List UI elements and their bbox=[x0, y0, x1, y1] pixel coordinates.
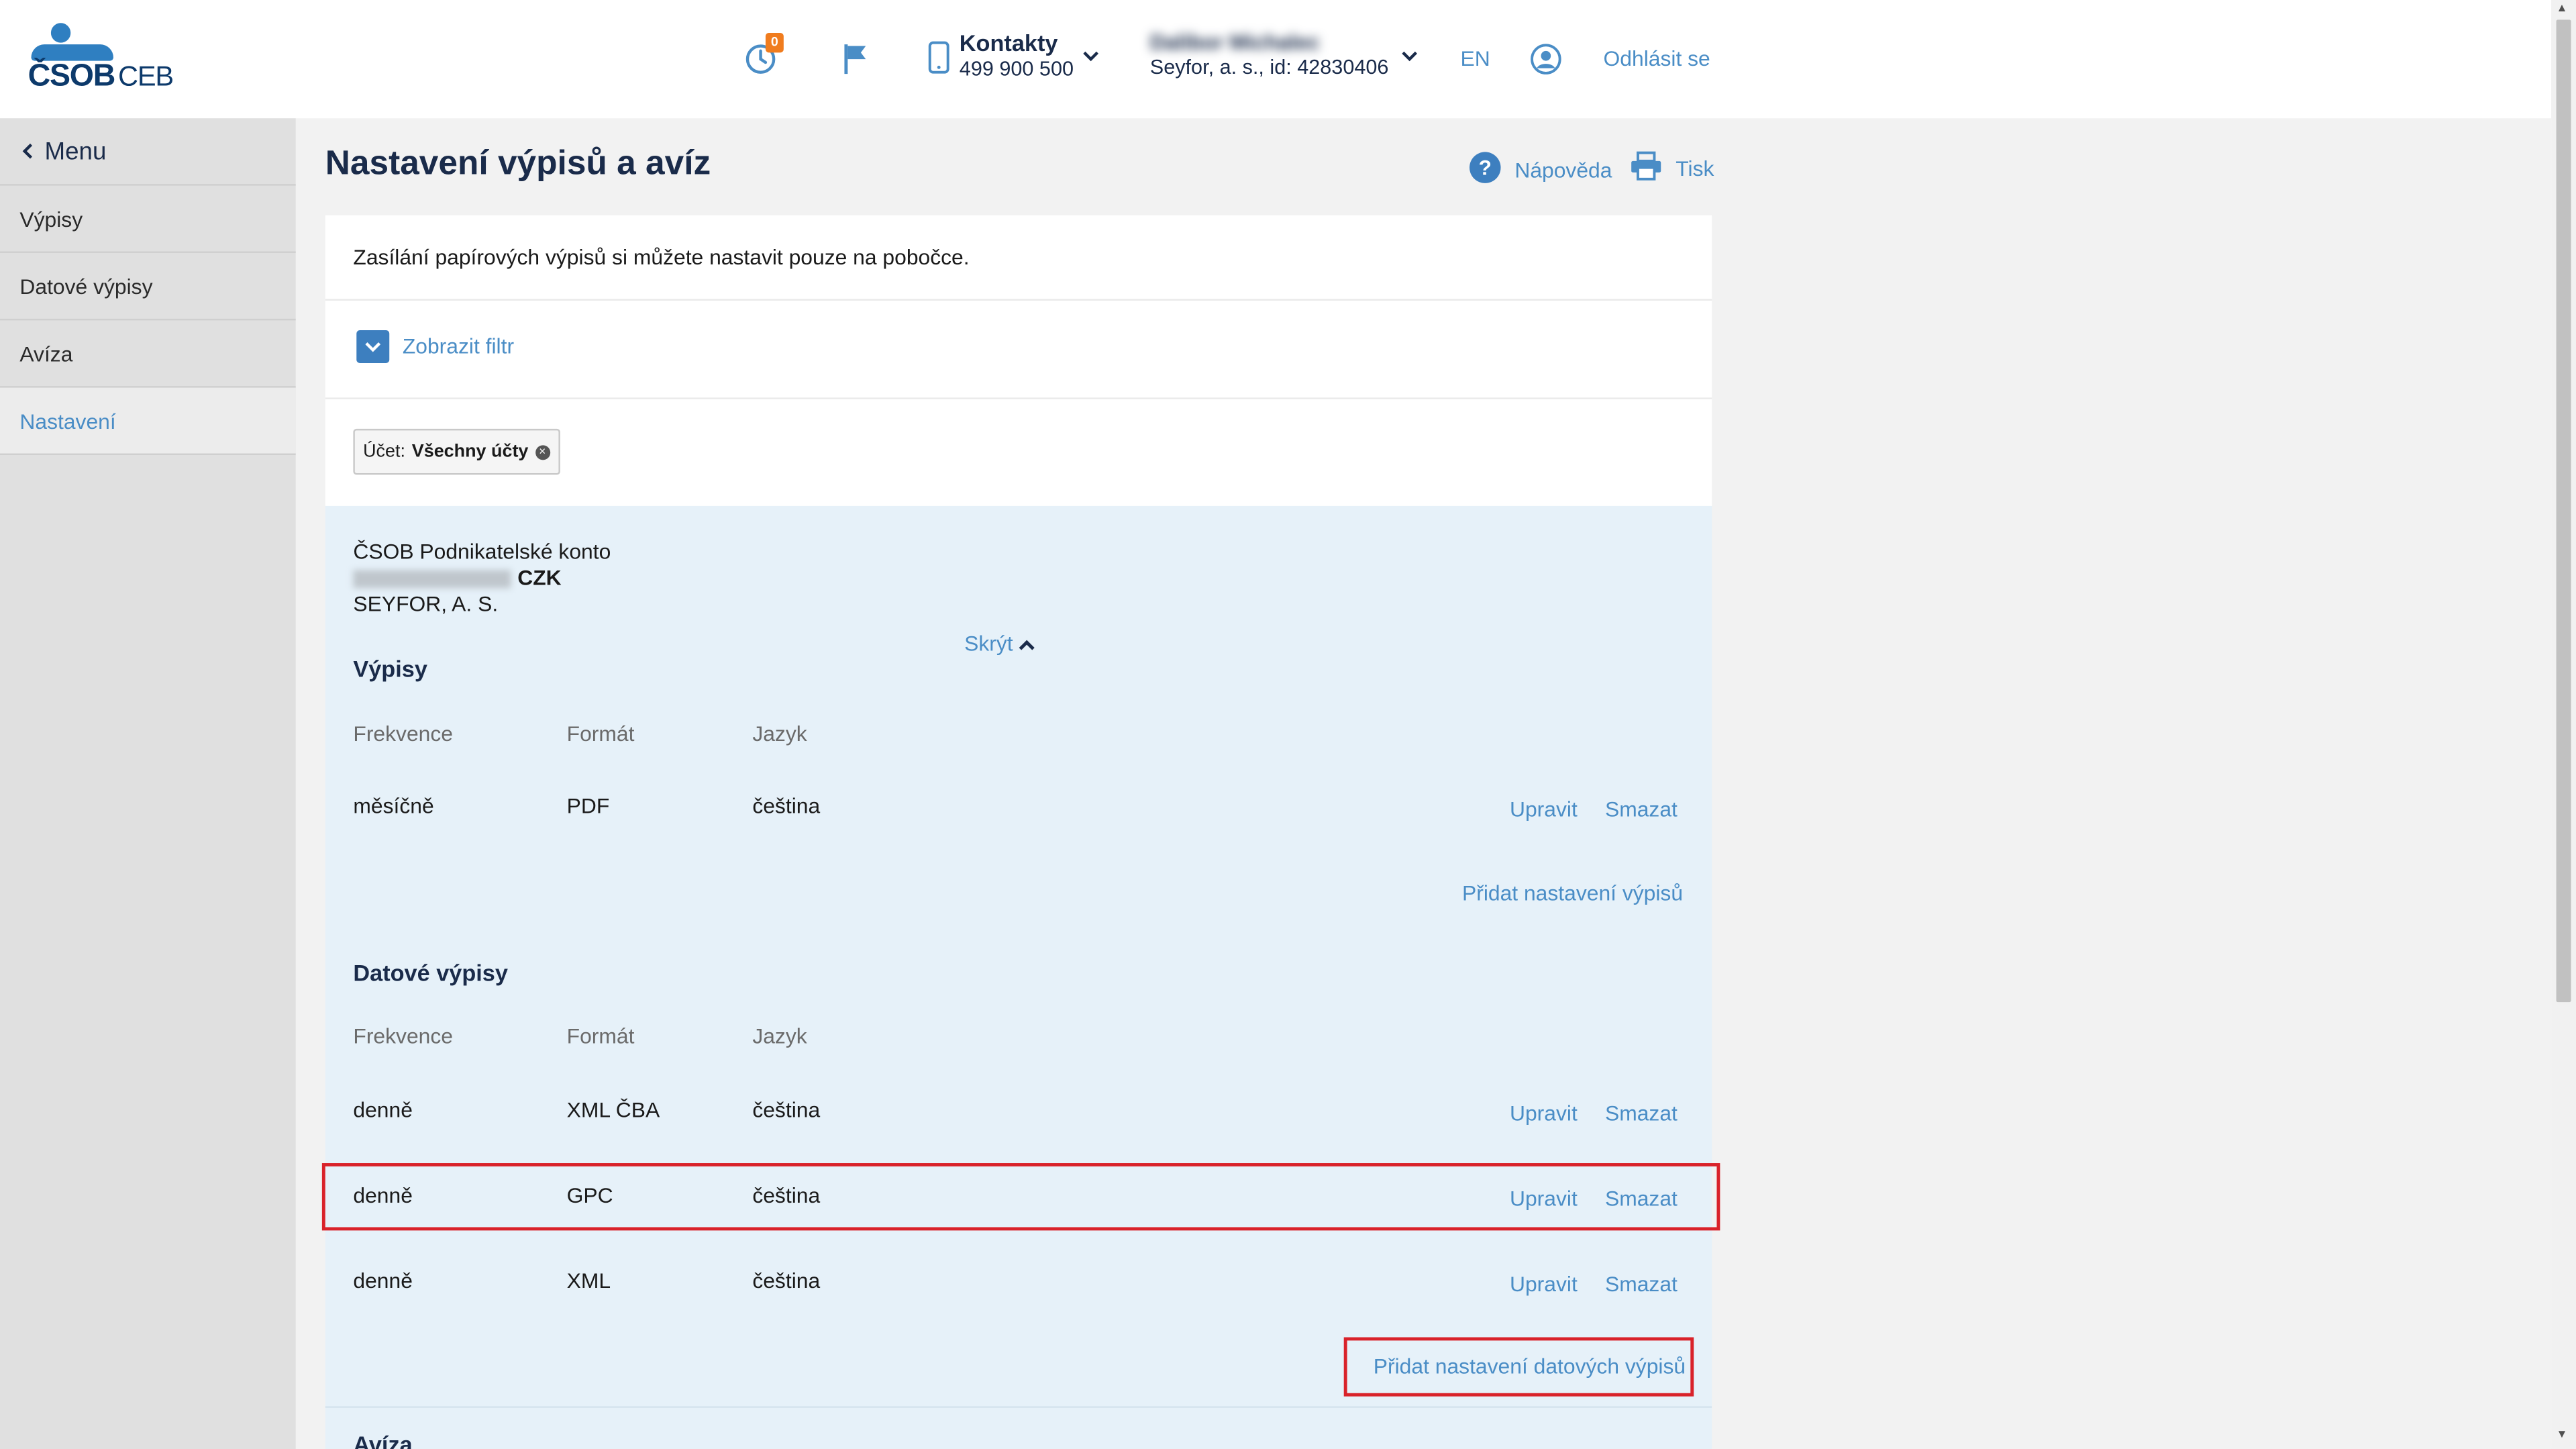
scroll-up-arrow-icon[interactable]: ▲ bbox=[2557, 3, 2568, 15]
chip-label: Účet: bbox=[363, 442, 405, 462]
delete-button[interactable]: Smazat bbox=[1605, 1186, 1678, 1211]
logo-text: ČSOB CEB bbox=[28, 59, 174, 94]
hide-label: Skrýt bbox=[964, 630, 1013, 656]
account-holder: SEYFOR, A. S. bbox=[353, 591, 499, 616]
contacts-label: Kontakty bbox=[959, 30, 1058, 56]
scroll-thumb[interactable] bbox=[2556, 19, 2571, 1003]
sidebar-item-datove-vypisy[interactable]: Datové výpisy bbox=[0, 253, 296, 321]
sidebar-item-nastaveni[interactable]: Nastavení bbox=[0, 387, 296, 456]
row-format: PDF bbox=[566, 793, 610, 819]
chevron-up-icon bbox=[1019, 631, 1035, 656]
sidebar-item-vypisy[interactable]: Výpisy bbox=[0, 186, 296, 253]
data-statements-col-language: Jazyk bbox=[752, 1023, 807, 1048]
row-format: XML ČBA bbox=[566, 1097, 660, 1122]
paper-statements-notice: Zasílání papírových výpisů si můžete nas… bbox=[325, 215, 1712, 301]
advices-section-title: Avíza bbox=[353, 1431, 413, 1449]
hide-toggle[interactable]: Skrýt bbox=[964, 631, 1035, 656]
notification-badge: 0 bbox=[765, 32, 784, 53]
delete-button[interactable]: Smazat bbox=[1605, 1101, 1678, 1126]
data-statements-col-frequency: Frekvence bbox=[353, 1023, 454, 1048]
help-link[interactable]: ? Nápověda bbox=[1469, 151, 1612, 189]
user-chevron-down-icon[interactable] bbox=[1401, 48, 1417, 67]
sidebar-menu-back[interactable]: Menu bbox=[0, 118, 296, 186]
user-menu[interactable]: Dalibor Michalec Seyfor, a. s., id: 4283… bbox=[1150, 30, 1389, 79]
settings-panel: Zasílání papírových výpisů si můžete nas… bbox=[325, 215, 1712, 506]
chip-remove-icon[interactable]: × bbox=[535, 444, 550, 460]
account-number-line: CZK bbox=[353, 565, 611, 591]
edit-button[interactable]: Upravit bbox=[1510, 797, 1578, 821]
row-frequency: denně bbox=[353, 1097, 413, 1122]
add-statement-setting-link[interactable]: Přidat nastavení výpisů bbox=[1462, 881, 1683, 905]
page-title: Nastavení výpisů a avíz bbox=[325, 144, 711, 183]
user-profile-icon[interactable] bbox=[1529, 43, 1562, 84]
chip-value: Všechny účty bbox=[411, 442, 529, 462]
sidebar-menu-label: Menu bbox=[44, 138, 107, 166]
scroll-down-arrow-icon[interactable]: ▼ bbox=[2557, 1430, 2568, 1441]
active-filters: Účet: Všechny účty × bbox=[325, 399, 1712, 506]
contacts-menu[interactable]: Kontakty 499 900 500 bbox=[960, 30, 1074, 81]
edit-button[interactable]: Upravit bbox=[1510, 1186, 1578, 1211]
svg-text:?: ? bbox=[1479, 156, 1492, 180]
phone-icon[interactable] bbox=[928, 41, 949, 82]
printer-icon bbox=[1630, 151, 1663, 185]
section-divider bbox=[325, 1406, 1712, 1408]
account-name: ČSOB Podnikatelské konto bbox=[353, 538, 611, 564]
delete-button[interactable]: Smazat bbox=[1605, 1272, 1678, 1297]
delete-button[interactable]: Smazat bbox=[1605, 797, 1678, 821]
row-language: čeština bbox=[752, 1097, 821, 1122]
account-number-redacted bbox=[353, 570, 511, 589]
print-label: Tisk bbox=[1676, 156, 1714, 181]
row-frequency: měsíčně bbox=[353, 793, 434, 819]
account-section: ČSOB Podnikatelské konto CZK SEYFOR, A. … bbox=[321, 505, 1720, 1449]
statements-col-language: Jazyk bbox=[752, 721, 807, 746]
contacts-phone: 499 900 500 bbox=[959, 57, 1074, 81]
page-scrollbar[interactable]: ▲ ▼ bbox=[2551, 0, 2576, 1449]
show-filter-label: Zobrazit filtr bbox=[402, 333, 515, 358]
statements-section-title: Výpisy bbox=[353, 655, 427, 682]
csob-logo[interactable]: ČSOB CEB bbox=[28, 23, 176, 95]
row-format: GPC bbox=[566, 1183, 613, 1208]
account-info: ČSOB Podnikatelské konto CZK SEYFOR, A. … bbox=[353, 539, 611, 617]
show-filter-toggle[interactable]: Zobrazit filtr bbox=[325, 301, 1712, 399]
sidebar-item-aviza[interactable]: Avíza bbox=[0, 320, 296, 388]
user-company: Seyfor, a. s., id: 42830406 bbox=[1149, 56, 1389, 79]
account-filter-chip[interactable]: Účet: Všechny účty × bbox=[353, 428, 560, 475]
row-frequency: denně bbox=[353, 1268, 413, 1293]
print-link[interactable]: Tisk bbox=[1630, 151, 1714, 185]
sidebar: Menu Výpisy Datové výpisy Avíza Nastaven… bbox=[0, 118, 296, 1449]
row-language: čeština bbox=[752, 1268, 821, 1293]
row-language: čeština bbox=[752, 793, 821, 819]
row-language: čeština bbox=[752, 1183, 821, 1208]
statements-col-format: Formát bbox=[566, 721, 635, 746]
logo-circle bbox=[50, 23, 71, 43]
edit-button[interactable]: Upravit bbox=[1510, 1101, 1578, 1126]
flag-icon[interactable] bbox=[843, 43, 869, 84]
contacts-chevron-down-icon[interactable] bbox=[1082, 48, 1099, 67]
user-name: Dalibor Michalec bbox=[1149, 30, 1320, 54]
chevron-down-icon bbox=[356, 330, 390, 363]
help-label: Nápověda bbox=[1514, 157, 1612, 183]
account-currency: CZK bbox=[517, 565, 562, 590]
language-switch[interactable]: EN bbox=[1461, 46, 1490, 71]
row-format: XML bbox=[566, 1268, 611, 1293]
top-header: ČSOB CEB 0 Kontakty 499 900 500 Dalibor M… bbox=[0, 0, 2552, 119]
chevron-left-icon bbox=[21, 138, 38, 166]
logout-link[interactable]: Odhlásit se bbox=[1604, 46, 1710, 71]
row-frequency: denně bbox=[353, 1183, 413, 1208]
data-statements-col-format: Formát bbox=[566, 1023, 635, 1048]
logo-wing bbox=[31, 44, 113, 61]
help-icon: ? bbox=[1469, 151, 1502, 189]
statements-col-frequency: Frekvence bbox=[353, 721, 454, 746]
edit-button[interactable]: Upravit bbox=[1510, 1272, 1578, 1297]
data-statements-section-title: Datové výpisy bbox=[353, 959, 508, 986]
add-data-statement-setting-link[interactable]: Přidat nastavení datových výpisů bbox=[1374, 1354, 1686, 1379]
